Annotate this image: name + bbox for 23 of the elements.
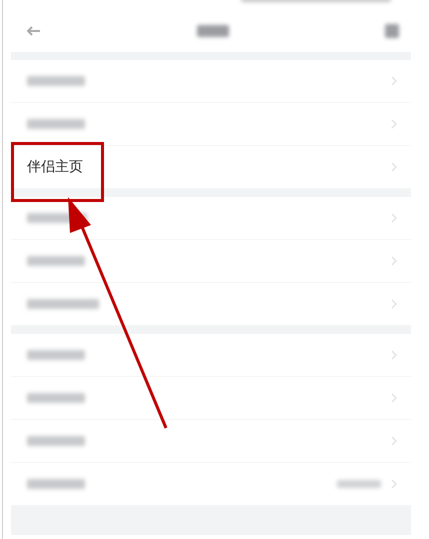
chevron-icon xyxy=(391,162,397,172)
chevron-icon xyxy=(391,76,397,86)
blurred-label xyxy=(27,119,85,129)
blurred-label xyxy=(27,436,85,446)
menu-icon[interactable] xyxy=(385,24,399,38)
chevron-icon xyxy=(391,256,397,266)
chevron-icon xyxy=(391,393,397,403)
blurred-title xyxy=(197,25,229,37)
chevron-icon xyxy=(391,479,397,489)
blurred-label xyxy=(27,350,85,360)
blurred-label xyxy=(27,299,99,309)
row-label: 伴侣主页 xyxy=(27,158,83,176)
chevron-icon xyxy=(391,119,397,129)
blurred-value xyxy=(337,480,381,488)
chevron-icon xyxy=(391,436,397,446)
blurred-label xyxy=(27,76,85,86)
chevron-icon xyxy=(391,299,397,309)
blurred-label xyxy=(27,393,85,403)
back-arrow-icon[interactable] xyxy=(27,26,41,36)
blurred-label xyxy=(27,479,85,489)
blurred-label xyxy=(27,256,85,266)
chevron-icon xyxy=(391,213,397,223)
chevron-icon xyxy=(391,350,397,360)
